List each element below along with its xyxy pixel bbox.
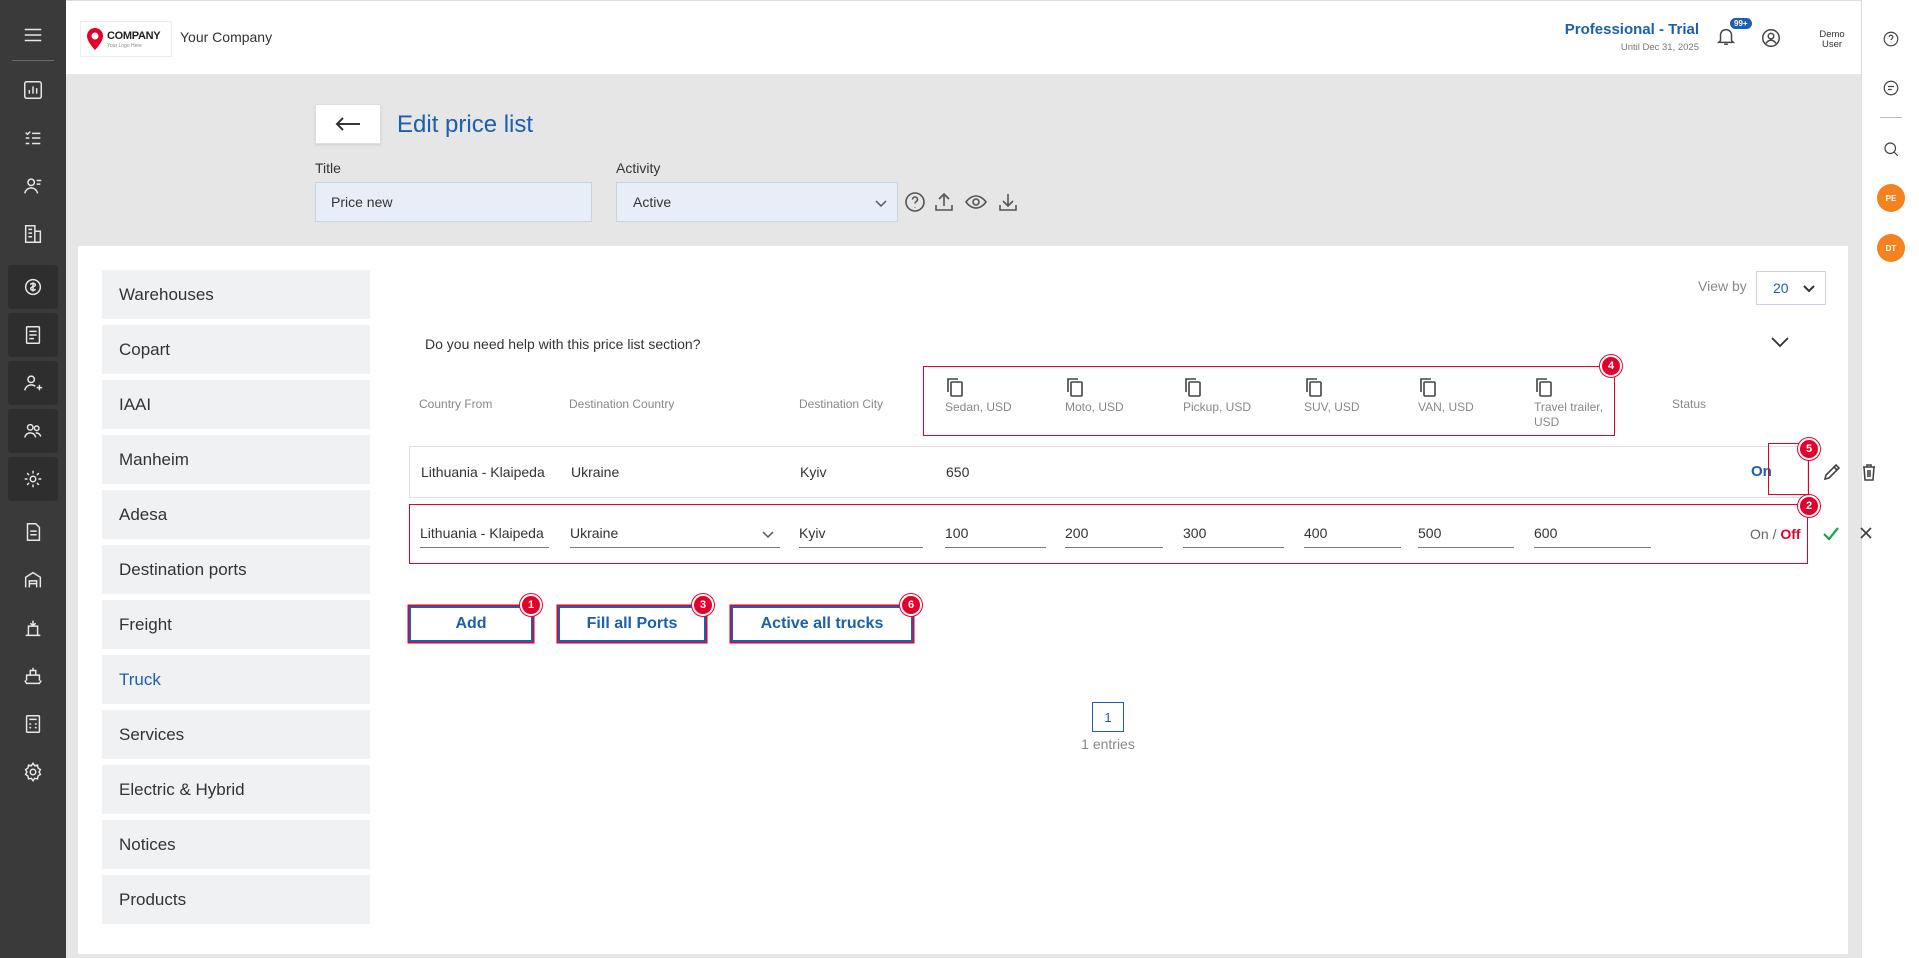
activity-select[interactable]: Active	[616, 182, 898, 222]
top-header: COMPANY Your Logo Here Your Company Prof…	[66, 0, 1861, 74]
user-name[interactable]: Demo User	[1815, 30, 1849, 50]
active-all-trucks-button[interactable]: Active all trucks	[731, 606, 913, 642]
marker-1: 1	[520, 594, 542, 616]
highlight-edit-row	[409, 504, 1808, 564]
chat-icon[interactable]	[1880, 77, 1902, 99]
dashboard-icon[interactable]	[8, 68, 58, 112]
avatar-pe[interactable]: PE	[1877, 184, 1905, 212]
check-icon[interactable]	[1822, 526, 1840, 547]
category-electric-hybrid[interactable]: Electric & Hybrid	[102, 765, 370, 814]
user-button[interactable]	[1760, 27, 1782, 54]
entries-count: 1 entries	[1081, 736, 1135, 752]
pagination-page-1[interactable]: 1	[1092, 702, 1124, 732]
category-notices[interactable]: Notices	[102, 820, 370, 869]
plan-info[interactable]: Professional - Trial Until Dec 31, 2025	[1565, 21, 1699, 53]
view-by-select[interactable]: 20	[1756, 271, 1826, 305]
warehouse-icon[interactable]	[8, 558, 58, 602]
download-icon[interactable]	[996, 190, 1020, 214]
eye-icon[interactable]	[964, 190, 988, 214]
marker-3: 3	[692, 594, 714, 616]
marker-5: 5	[1798, 438, 1820, 460]
chevron-down-icon[interactable]	[1771, 335, 1791, 349]
row1-country-from: Lithuania - Klaipeda	[421, 464, 545, 480]
logo-pin-icon	[87, 28, 103, 50]
activity-label: Activity	[616, 160, 661, 176]
row1-destination-city: Kyiv	[800, 464, 827, 480]
notification-count: 99+	[1729, 17, 1753, 30]
ship-icon[interactable]	[8, 654, 58, 698]
chevron-down-icon	[875, 200, 887, 208]
notifications-button[interactable]: 99+	[1715, 17, 1753, 51]
highlight-truck-columns	[923, 366, 1615, 436]
table-row[interactable]: Lithuania - Klaipeda Ukraine Kyiv 650 On	[409, 446, 1875, 498]
category-products[interactable]: Products	[102, 875, 370, 924]
price-list-panel: Warehouses Copart IAAI Manheim Adesa Des…	[78, 246, 1875, 954]
category-services[interactable]: Services	[102, 710, 370, 759]
utility-divider	[1880, 117, 1902, 118]
loading-icon[interactable]	[8, 606, 58, 650]
plan-expiry: Until Dec 31, 2025	[1620, 42, 1699, 53]
trash-icon[interactable]	[1859, 462, 1879, 487]
add-button[interactable]: Add	[409, 606, 533, 642]
col-country-from: Country From	[419, 397, 493, 411]
category-adesa[interactable]: Adesa	[102, 490, 370, 539]
category-copart[interactable]: Copart	[102, 325, 370, 374]
view-by-value: 20	[1773, 280, 1789, 296]
category-truck[interactable]: Truck	[102, 655, 370, 704]
category-manheim[interactable]: Manheim	[102, 435, 370, 484]
fill-all-ports-button[interactable]: Fill all Ports	[558, 606, 706, 642]
plan-title[interactable]: Professional - Trial	[1565, 21, 1699, 38]
col-status: Status	[1672, 397, 1707, 411]
row1-destination-country: Ukraine	[571, 464, 620, 480]
row1-sedan: 650	[946, 464, 970, 480]
sidebar-divider	[12, 60, 54, 61]
chevron-down-icon	[1803, 285, 1815, 293]
tasks-icon[interactable]	[8, 116, 58, 160]
avatar-dt[interactable]: DT	[1877, 234, 1905, 262]
calculator-icon[interactable]	[8, 702, 58, 746]
user-icon	[1762, 29, 1780, 47]
settings-cog-icon[interactable]	[8, 457, 58, 501]
close-icon[interactable]	[1859, 526, 1873, 545]
company-logo[interactable]: COMPANY Your Logo Here	[80, 21, 172, 57]
search-icon[interactable]	[1880, 138, 1902, 160]
category-freight[interactable]: Freight	[102, 600, 370, 649]
main-sidebar	[0, 0, 66, 958]
category-warehouses[interactable]: Warehouses	[102, 270, 370, 319]
invoices-icon[interactable]	[8, 313, 58, 357]
menu-icon[interactable]	[0, 12, 66, 58]
contacts-icon[interactable]	[8, 164, 58, 208]
page-title: Edit price list	[397, 111, 534, 138]
marker-4: 4	[1600, 355, 1622, 377]
col-destination-country: Destination Country	[569, 397, 675, 411]
view-by-label: View by	[1698, 278, 1747, 294]
help-section-toggle[interactable]: Do you need help with this price list se…	[425, 336, 700, 352]
gear-icon[interactable]	[8, 750, 58, 794]
logo-title: COMPANY	[107, 29, 161, 42]
arrow-left-icon	[335, 117, 360, 131]
title-input[interactable]	[315, 182, 592, 222]
marker-6: 6	[900, 594, 922, 616]
marker-2: 2	[1798, 495, 1820, 517]
help-circle-icon[interactable]	[903, 190, 927, 214]
back-button[interactable]	[315, 104, 381, 144]
company-name: Your Company	[180, 29, 273, 45]
companies-icon[interactable]	[8, 212, 58, 256]
clients-icon[interactable]	[8, 361, 58, 405]
logo-subtitle: Your Logo Here	[107, 42, 142, 49]
category-destination-ports[interactable]: Destination ports	[102, 545, 370, 594]
users-icon[interactable]	[8, 409, 58, 453]
col-destination-city: Destination City	[799, 397, 884, 411]
help-icon[interactable]	[1880, 28, 1902, 50]
category-iaai[interactable]: IAAI	[102, 380, 370, 429]
document-icon[interactable]	[8, 510, 58, 554]
upload-icon[interactable]	[932, 190, 956, 214]
activity-value: Active	[633, 194, 672, 210]
pencil-icon[interactable]	[1822, 462, 1842, 487]
finance-icon[interactable]	[8, 265, 58, 309]
title-label: Title	[315, 160, 341, 176]
